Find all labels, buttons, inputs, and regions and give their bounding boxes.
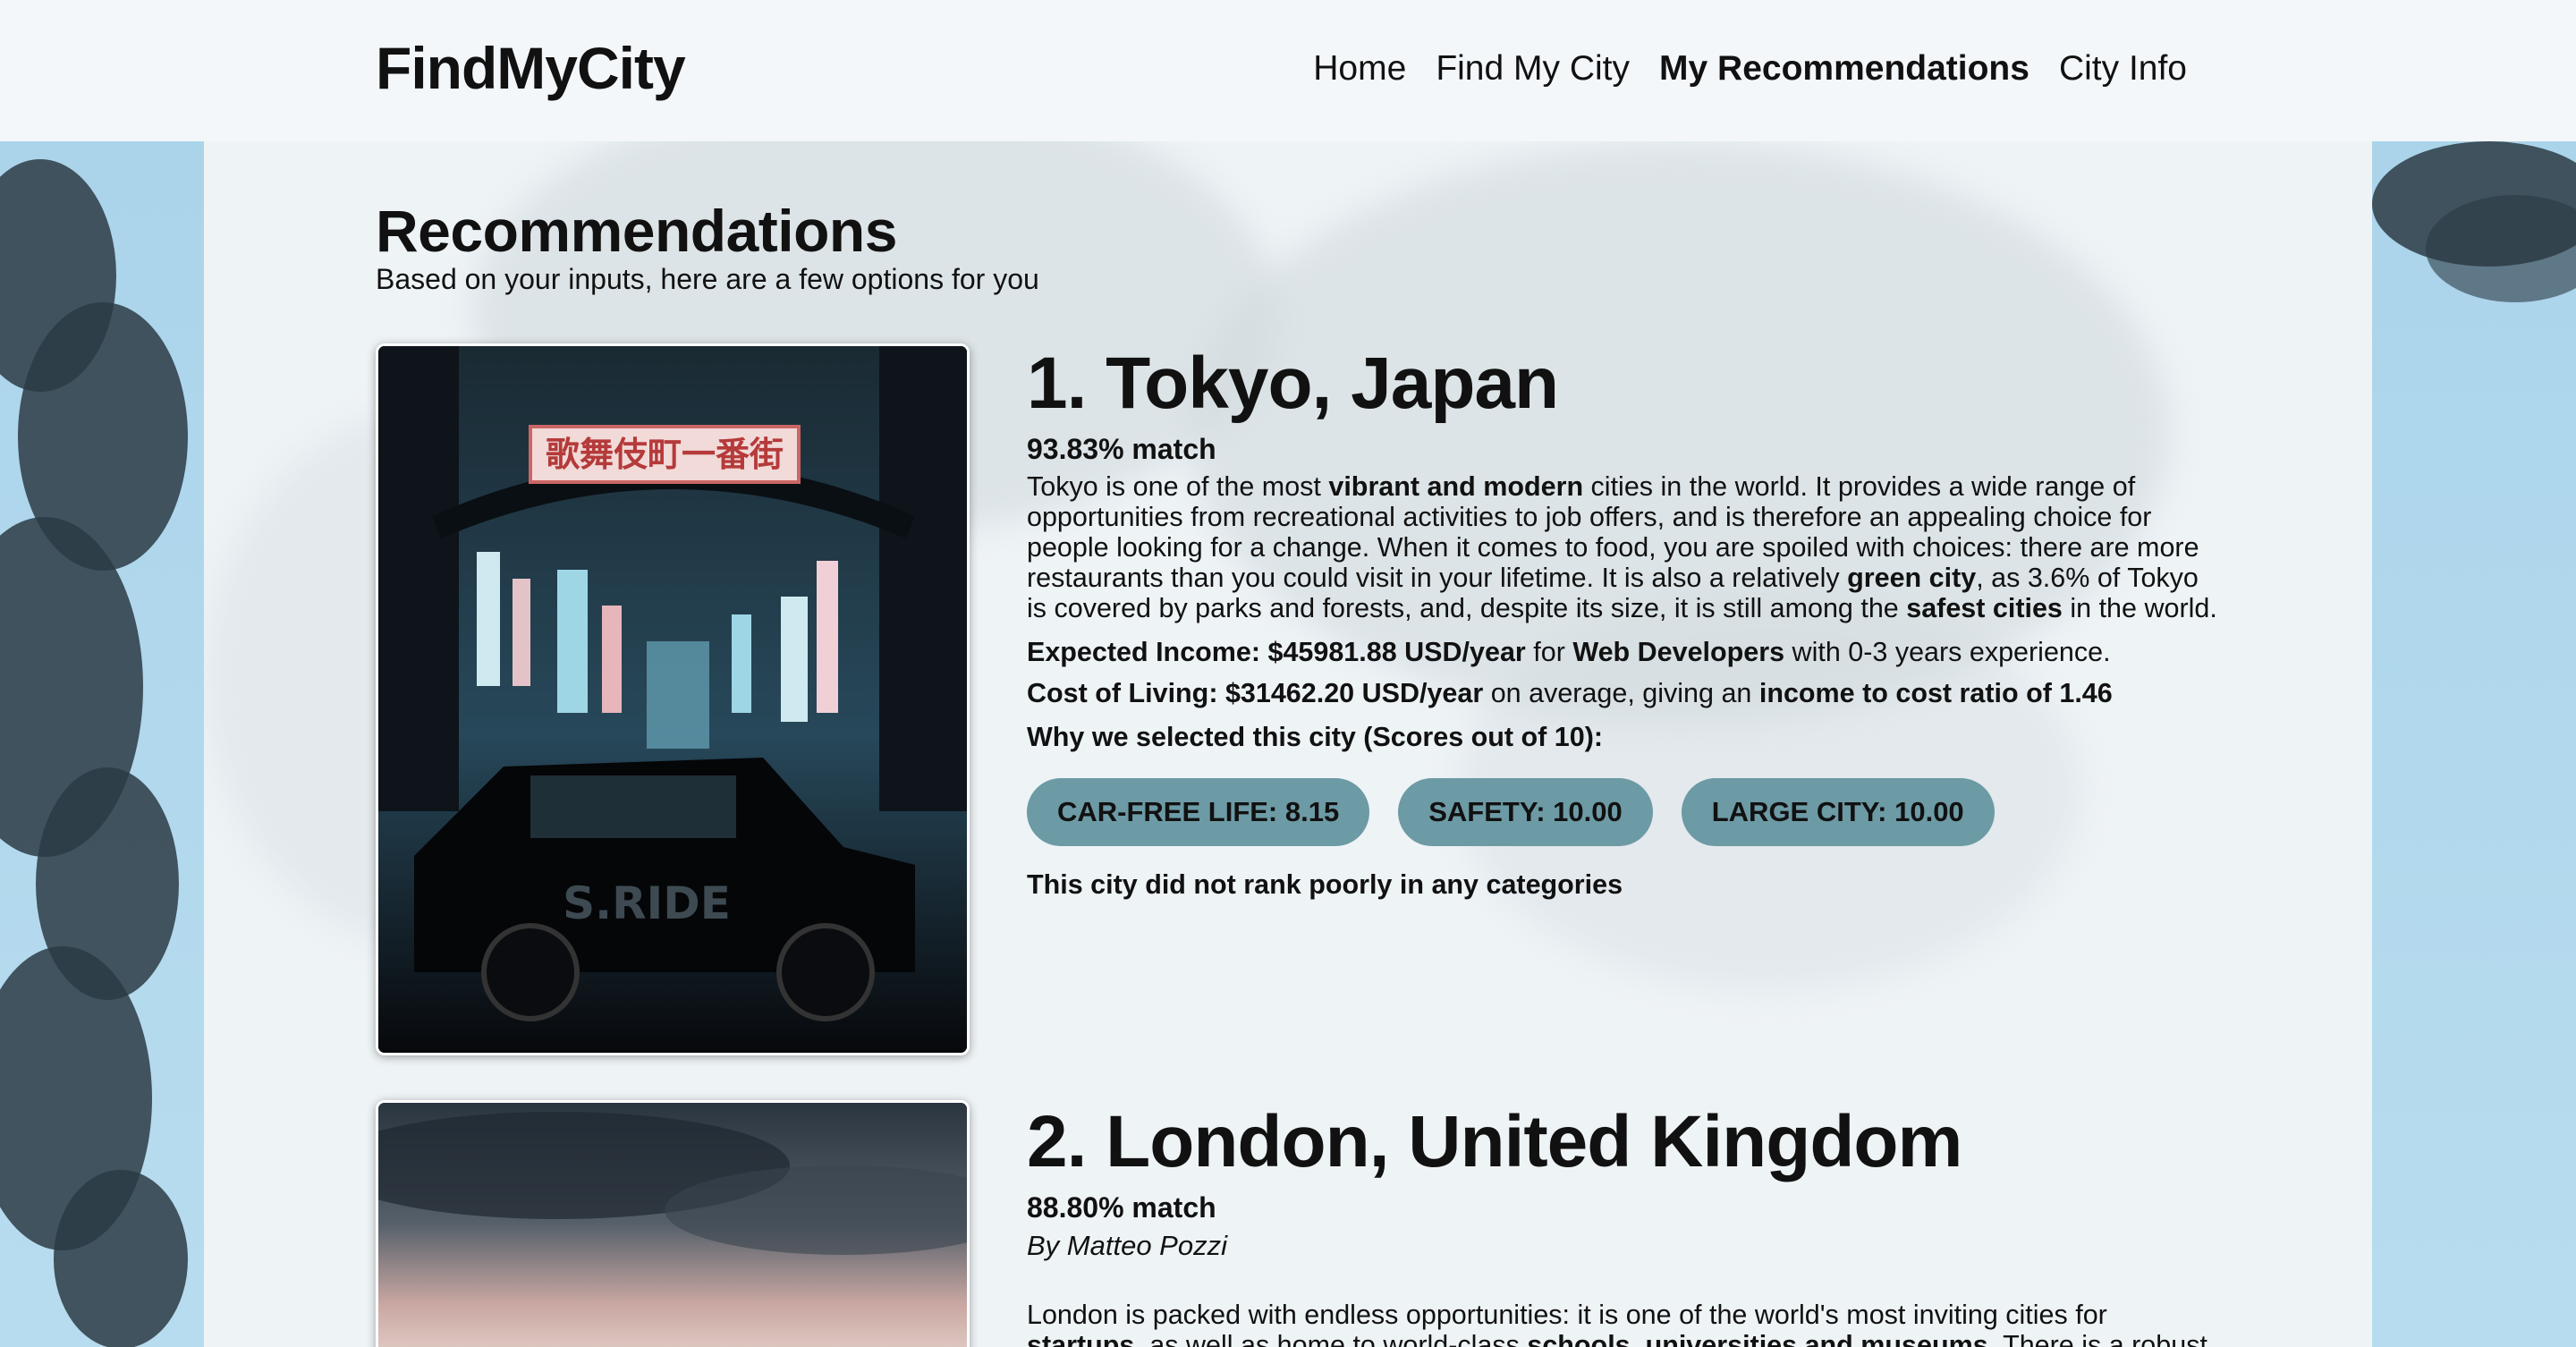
city-description: London is packed with endless opportunit… [1027,1300,2207,1347]
main-content: Recommendations Based on your inputs, he… [204,141,2372,1347]
nav-home[interactable]: Home [1313,49,1406,89]
page-subtitle: Based on your inputs, here are a few opt… [376,263,1039,295]
photo-credit: By Matteo Pozzi [1027,1230,1227,1261]
tokyo-image: 歌舞伎町一番街 S.RIDE [376,343,970,1055]
main-nav: Home Find My City My Recommendations Cit… [1313,49,2187,89]
city-description: Tokyo is one of the most vibrant and mod… [1027,471,2217,623]
score-pill-large-city[interactable]: LARGE CITY: 10.00 [1681,778,1995,846]
city-card-london: 2. London, United Kingdom 88.80% match B… [1027,1100,2225,1347]
background-trees-left [0,141,204,1347]
london-image [376,1100,970,1347]
city-card-tokyo: 1. Tokyo, Japan 93.83% match Tokyo is on… [1027,342,2225,901]
expected-income: Expected Income: $45981.88 USD/year for … [1027,637,2111,667]
tokyo-street-illustration: 歌舞伎町一番街 S.RIDE [378,346,967,1053]
city-title[interactable]: 1. Tokyo, Japan [1027,342,2225,426]
london-sky-illustration [378,1103,967,1347]
nav-my-recommendations[interactable]: My Recommendations [1659,49,2029,89]
score-pills: CAR-FREE LIFE: 8.15 SAFETY: 10.00 LARGE … [1027,778,2225,846]
city-title[interactable]: 2. London, United Kingdom [1027,1100,2225,1184]
score-pill-car-free[interactable]: CAR-FREE LIFE: 8.15 [1027,778,1370,846]
score-pill-safety[interactable]: SAFETY: 10.00 [1398,778,1653,846]
car-door-text: S.RIDE [563,877,731,929]
poor-categories-note: This city did not rank poorly in any cat… [1027,869,1623,900]
cost-of-living: Cost of Living: $31462.20 USD/year on av… [1027,678,2113,708]
kabukicho-sign: 歌舞伎町一番街 [546,435,784,474]
nav-city-info[interactable]: City Info [2059,49,2187,89]
background-trees-right [2372,141,2576,1347]
why-selected-heading: Why we selected this city (Scores out of… [1027,722,1604,752]
site-header: FindMyCity Home Find My City My Recommen… [0,0,2576,141]
brand-logo[interactable]: FindMyCity [376,34,686,102]
page-title: Recommendations [376,198,897,264]
match-percentage: 88.80% match [1027,1191,1216,1224]
nav-find-my-city[interactable]: Find My City [1436,49,1630,89]
match-percentage: 93.83% match [1027,433,1216,465]
